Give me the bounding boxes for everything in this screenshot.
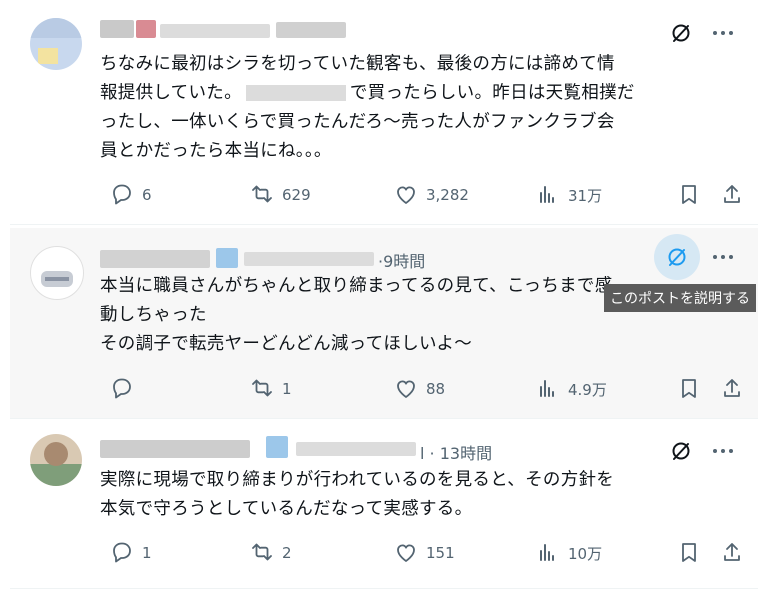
reply-button[interactable]: 6 xyxy=(108,180,152,210)
views-button[interactable]: 10万 xyxy=(534,538,602,568)
avatar[interactable] xyxy=(30,434,82,486)
repost-icon xyxy=(252,379,272,397)
reply-count: 1 xyxy=(142,544,152,562)
views-button[interactable]: 4.9万 xyxy=(534,374,607,404)
views-icon xyxy=(540,544,554,561)
reply-icon xyxy=(113,378,131,399)
grok-icon xyxy=(668,248,686,266)
views-icon xyxy=(540,186,554,203)
action-bar: 6 629 3,282 31万 xyxy=(100,180,740,210)
more-icon xyxy=(713,31,733,35)
more-button[interactable] xyxy=(710,441,736,461)
repost-count: 629 xyxy=(282,186,311,204)
post-actions-top xyxy=(662,14,736,52)
heart-icon xyxy=(397,544,415,562)
heart-icon xyxy=(397,380,415,398)
reply-button[interactable]: 1 xyxy=(108,538,152,568)
avatar[interactable] xyxy=(30,18,82,70)
repost-count: 1 xyxy=(282,380,292,398)
more-button[interactable] xyxy=(710,247,736,267)
post-time[interactable]: l · 13時間 xyxy=(420,440,492,464)
post-actions-top xyxy=(662,432,736,470)
post-time[interactable]: ·9時間 xyxy=(378,248,425,272)
like-count: 151 xyxy=(426,544,455,562)
share-icon xyxy=(724,379,740,397)
post-2[interactable]: ·9時間 本当に職員さんがちゃんと取り締まってるの見て、こっちまで感 動しちゃっ… xyxy=(10,228,758,419)
grok-button[interactable] xyxy=(662,14,700,52)
more-button[interactable] xyxy=(710,23,736,43)
display-name-blurred[interactable] xyxy=(100,440,250,458)
share-icon xyxy=(724,185,740,203)
heart-icon xyxy=(397,186,415,204)
reply-count: 6 xyxy=(142,186,152,204)
action-bar: 1 88 4.9万 xyxy=(100,374,740,404)
repost-button[interactable]: 629 xyxy=(248,180,311,210)
display-name-blurred[interactable] xyxy=(100,20,134,38)
redacted-text xyxy=(245,85,346,101)
share-button[interactable] xyxy=(718,374,746,404)
bookmark-button[interactable] xyxy=(675,538,703,568)
views-count: 4.9万 xyxy=(568,380,607,399)
bookmark-icon xyxy=(682,543,696,562)
like-button[interactable]: 88 xyxy=(392,374,445,404)
grok-button[interactable] xyxy=(662,432,700,470)
post-1[interactable]: ちなみに最初はシラを切っていた観客も、最後の方には諦めて情 報提供していた。 で買… xyxy=(10,0,758,225)
more-icon xyxy=(713,255,733,259)
bookmark-button[interactable] xyxy=(675,374,703,404)
repost-button[interactable]: 1 xyxy=(248,374,292,404)
share-icon xyxy=(724,543,740,561)
reply-button[interactable] xyxy=(108,374,142,404)
bookmark-button[interactable] xyxy=(675,180,703,210)
display-name-blurred[interactable] xyxy=(100,250,210,268)
repost-button[interactable]: 2 xyxy=(248,538,292,568)
like-count: 88 xyxy=(426,380,446,398)
share-button[interactable] xyxy=(718,538,746,568)
share-button[interactable] xyxy=(718,180,746,210)
repost-count: 2 xyxy=(282,544,292,562)
views-count: 10万 xyxy=(568,544,603,563)
repost-icon xyxy=(252,543,272,561)
views-button[interactable]: 31万 xyxy=(534,180,602,210)
views-count: 31万 xyxy=(568,186,603,205)
avatar[interactable] xyxy=(30,246,84,300)
like-button[interactable]: 3,282 xyxy=(392,180,469,210)
post-3[interactable]: l · 13時間 実際に現場で取り締まりが行われているのを見ると、その方針を 本… xyxy=(10,420,758,589)
repost-icon xyxy=(252,185,272,203)
like-button[interactable]: 151 xyxy=(392,538,455,568)
reply-icon xyxy=(113,542,131,563)
more-icon xyxy=(713,449,733,453)
tooltip: このポストを説明する xyxy=(604,284,756,312)
grok-icon xyxy=(672,24,690,42)
grok-icon xyxy=(672,442,690,460)
post-text: 実際に現場で取り締まりが行われているのを見ると、その方針を 本気で守ろうとしてい… xyxy=(100,470,615,519)
views-icon xyxy=(540,380,554,397)
like-count: 3,282 xyxy=(426,186,469,204)
bookmark-icon xyxy=(682,379,696,398)
reply-icon xyxy=(113,184,131,205)
bookmark-icon xyxy=(682,185,696,204)
post-text: ちなみに最初はシラを切っていた観客も、最後の方には諦めて情 報提供していた。 で買… xyxy=(100,54,635,161)
action-bar: 1 2 151 10万 xyxy=(100,538,740,568)
